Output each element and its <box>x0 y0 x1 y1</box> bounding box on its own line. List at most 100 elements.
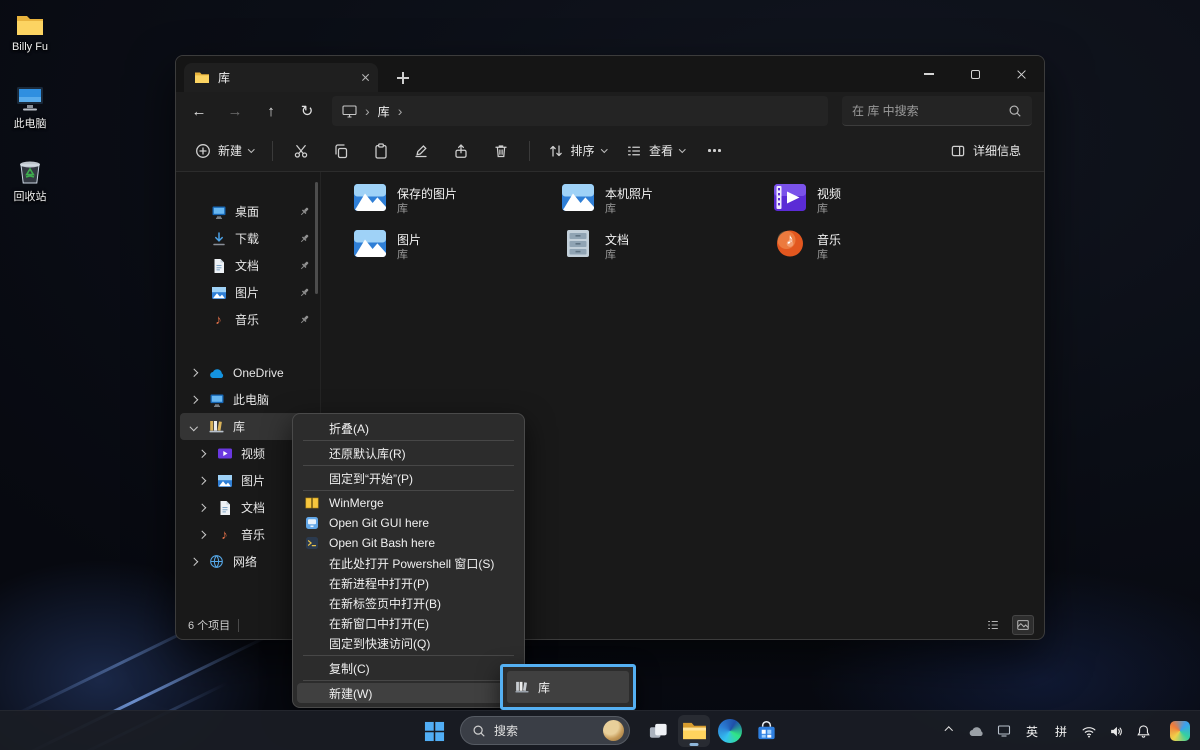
maximize-button[interactable] <box>952 56 998 92</box>
sidebar-item-this-pc[interactable]: 此电脑 <box>176 386 320 413</box>
refresh-button[interactable]: ↻ <box>290 96 324 126</box>
library-item-documents[interactable]: 文档库 <box>549 226 749 270</box>
store-button[interactable] <box>750 715 782 747</box>
folder-icon <box>194 71 210 84</box>
new-tab-button[interactable] <box>392 67 414 89</box>
address-bar[interactable]: › 库 › <box>332 96 828 126</box>
pin-icon <box>299 206 310 217</box>
menu-item-open-in-new-tab[interactable]: 在新标签页中打开(B) <box>297 593 520 613</box>
chevron-right-icon[interactable] <box>196 478 208 484</box>
rename-button[interactable] <box>402 135 440 167</box>
library-item-music[interactable]: ♪ 音乐库 <box>761 226 961 270</box>
title-bar[interactable]: 库 <box>176 56 1044 92</box>
file-explorer-icon <box>682 721 707 741</box>
menu-item-open-in-new-process[interactable]: 在新进程中打开(P) <box>297 573 520 593</box>
up-button[interactable]: ↑ <box>254 96 288 126</box>
taskbar-search-label: 搜索 <box>494 722 518 739</box>
sidebar-item-desktop[interactable]: 桌面 <box>176 198 320 225</box>
breadcrumb-separator[interactable]: › <box>398 104 403 118</box>
sort-button[interactable]: 排序 <box>539 135 616 167</box>
start-button[interactable] <box>418 715 450 747</box>
close-button[interactable] <box>998 56 1044 92</box>
chevron-right-icon[interactable] <box>196 505 208 511</box>
desktop-icon-recycle-bin[interactable]: 回收站 <box>0 155 62 204</box>
explorer-tab[interactable]: 库 <box>184 63 378 92</box>
sidebar-item-pictures[interactable]: 图片 <box>176 279 320 306</box>
breadcrumb-item[interactable]: 库 <box>378 103 390 120</box>
search-highlight-icon[interactable] <box>603 720 624 741</box>
sidebar-item-downloads[interactable]: 下载 <box>176 225 320 252</box>
new-button[interactable]: 新建 <box>186 135 263 167</box>
desktop-icon-user-folder[interactable]: Billy Fu <box>0 8 62 53</box>
menu-item-git-bash[interactable]: Open Git Bash here <box>297 533 520 553</box>
library-item-camera-roll[interactable]: 本机照片库 <box>549 180 749 224</box>
library-item-saved-pictures[interactable]: 保存的图片库 <box>341 180 541 224</box>
tab-close-icon[interactable] <box>361 73 370 82</box>
wifi-icon[interactable] <box>1081 718 1097 744</box>
search-icon[interactable] <box>1008 104 1022 118</box>
cut-button[interactable] <box>282 135 320 167</box>
menu-item-restore-default-libraries[interactable]: 还原默认库(R) <box>297 443 520 463</box>
tray-chevron-up-icon[interactable] <box>941 718 957 744</box>
menu-item-collapse[interactable]: 折叠(A) <box>297 418 520 438</box>
menu-item-open-in-new-window[interactable]: 在新窗口中打开(E) <box>297 613 520 633</box>
view-button[interactable]: 查看 <box>617 135 694 167</box>
desktop-icon-this-pc[interactable]: 此电脑 <box>0 82 62 131</box>
item-name: 图片 <box>397 232 421 248</box>
share-button[interactable] <box>442 135 480 167</box>
menu-item-git-gui[interactable]: Open Git GUI here <box>297 513 520 533</box>
thumbnail-view-toggle[interactable] <box>1012 615 1034 635</box>
search-box[interactable]: 在 库 中搜索 <box>842 96 1032 126</box>
library-item-pictures[interactable]: 图片库 <box>341 226 541 270</box>
menu-item-new[interactable]: 新建(W) › <box>297 683 520 703</box>
menu-item-open-powershell[interactable]: 在此处打开 Powershell 窗口(S) <box>297 553 520 573</box>
menu-item-pin-to-start[interactable]: 固定到“开始”(P) <box>297 468 520 488</box>
new-button-label: 新建 <box>218 142 242 159</box>
task-view-button[interactable] <box>642 715 674 747</box>
chevron-right-icon[interactable] <box>196 451 208 457</box>
file-explorer-button[interactable] <box>678 715 710 747</box>
tray-app-icon[interactable] <box>996 718 1012 744</box>
sidebar-item-onedrive[interactable]: OneDrive <box>176 359 320 386</box>
back-button[interactable]: ← <box>182 96 216 126</box>
chevron-right-icon[interactable] <box>188 559 200 565</box>
details-pane-button[interactable]: 详细信息 <box>941 135 1030 167</box>
task-view-icon <box>648 721 669 742</box>
sidebar-item-music[interactable]: ♪ 音乐 <box>176 306 320 333</box>
chevron-right-icon[interactable] <box>188 370 200 376</box>
minimize-button[interactable] <box>906 56 952 92</box>
language-indicator[interactable]: 英 <box>1023 718 1041 744</box>
tab-title: 库 <box>218 69 353 86</box>
music-library-icon: ♪ <box>773 229 807 258</box>
widget-tray-icon[interactable] <box>1162 718 1190 744</box>
item-type: 库 <box>397 248 421 262</box>
notification-bell-icon[interactable] <box>1135 718 1151 744</box>
details-view-toggle[interactable] <box>982 615 1004 635</box>
taskbar-search[interactable]: 搜索 <box>460 716 630 745</box>
delete-button[interactable] <box>482 135 520 167</box>
more-button[interactable] <box>696 135 734 167</box>
copy-button[interactable] <box>322 135 360 167</box>
chevron-down-icon[interactable] <box>188 424 200 430</box>
volume-icon[interactable] <box>1108 718 1124 744</box>
menu-item-winmerge[interactable]: WinMerge <box>297 493 520 513</box>
chevron-right-icon[interactable] <box>188 397 200 403</box>
ime-indicator[interactable]: 拼 <box>1052 718 1070 744</box>
menu-item-label: 在新窗口中打开(E) <box>329 615 512 632</box>
taskbar: 搜索 英 拼 <box>0 710 1200 750</box>
menu-item-copy[interactable]: 复制(C) <box>297 658 520 678</box>
toolbar-separator <box>272 141 273 161</box>
network-globe-icon <box>208 554 225 569</box>
menu-item-pin-to-quick-access[interactable]: 固定到快速访问(Q) <box>297 633 520 653</box>
sort-button-label: 排序 <box>571 142 595 159</box>
submenu-item-library[interactable]: 库 <box>507 671 629 703</box>
edge-button[interactable] <box>714 715 746 747</box>
chevron-right-icon[interactable] <box>196 532 208 538</box>
onedrive-tray-icon[interactable] <box>968 718 985 744</box>
sidebar-item-documents[interactable]: 文档 <box>176 252 320 279</box>
library-item-videos[interactable]: 视频库 <box>761 180 961 224</box>
monitor-icon <box>208 393 225 407</box>
chevron-down-icon <box>601 146 607 152</box>
forward-button[interactable]: → <box>218 96 252 126</box>
paste-button[interactable] <box>362 135 400 167</box>
